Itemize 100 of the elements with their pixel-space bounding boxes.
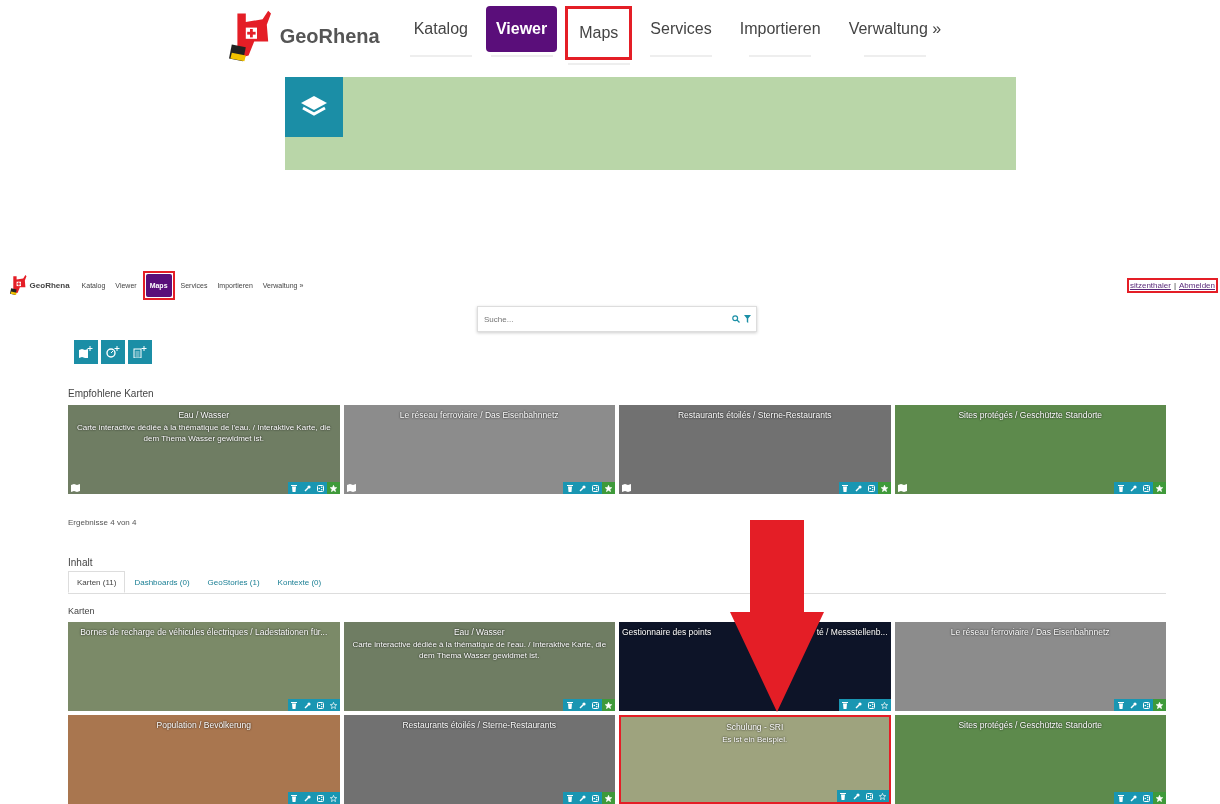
search-field[interactable]: Suche... — [477, 306, 757, 332]
wrench-icon — [579, 794, 586, 802]
content-tab[interactable]: GeoStories (1) — [198, 571, 269, 593]
share-button[interactable] — [589, 792, 602, 804]
document-plus-icon — [133, 346, 147, 358]
user-link[interactable]: sitzenthaler — [1129, 280, 1171, 290]
share-icon — [316, 701, 324, 709]
map-card[interactable]: Restaurants étoilés / Sterne-Restaurants — [343, 715, 615, 804]
logo-icon — [10, 274, 28, 296]
trash-icon — [842, 701, 848, 709]
map-card[interactable]: Bornes de recharge de véhicules électriques / Ladestationen für... — [68, 622, 340, 711]
map-card[interactable]: Sites protégés / Geschützte Standorte — [894, 715, 1166, 804]
map-plus-icon — [79, 346, 93, 358]
star-icon — [1156, 701, 1163, 709]
wrench-icon — [579, 484, 586, 492]
trash-icon — [1117, 484, 1124, 492]
star-icon — [880, 701, 888, 709]
card-title: Gestionnaire des points — [622, 627, 712, 637]
new-dashboard-button[interactable] — [101, 340, 125, 364]
edit-button[interactable] — [576, 792, 589, 804]
star-icon — [605, 701, 612, 709]
trash-icon — [566, 701, 573, 709]
map-icon — [346, 484, 356, 492]
share-icon — [316, 484, 324, 492]
card-description: Carte interactive dédiée à la thématique de l'eau. / Interaktive Karte, die dem Thema Wasser gewidmet ist. — [75, 423, 332, 445]
wrench-icon — [303, 701, 311, 709]
content-tab[interactable]: Kontexte (0) — [268, 571, 331, 593]
nav-link[interactable]: Viewer — [485, 6, 558, 52]
wrench-icon — [1130, 794, 1137, 802]
favorite-button[interactable] — [1153, 482, 1166, 494]
wrench-icon — [854, 701, 862, 709]
wrench-icon — [854, 484, 862, 492]
layers-button[interactable] — [285, 77, 343, 137]
card-title: té / Messstellenb... — [816, 627, 888, 637]
nav-link[interactable]: Importieren — [729, 6, 831, 52]
trash-icon — [840, 792, 846, 800]
share-icon — [1143, 794, 1150, 802]
card-title: Eau / Wasser — [178, 410, 230, 420]
share-icon — [316, 794, 324, 802]
favorite-button[interactable] — [602, 482, 615, 494]
wrench-icon — [1130, 484, 1137, 492]
map-icon — [897, 484, 907, 492]
nav-link[interactable]: Maps — [569, 10, 629, 56]
nav-link[interactable]: Services — [640, 6, 722, 52]
edit-button[interactable] — [1127, 792, 1140, 804]
section-heading: Inhalt — [68, 557, 94, 568]
logout-link[interactable]: Abmelden — [1178, 280, 1215, 290]
share-button[interactable] — [589, 699, 602, 711]
favorite-button[interactable] — [1153, 792, 1166, 804]
search-icon — [732, 315, 740, 323]
trash-icon — [566, 484, 573, 492]
card-title: Le réseau ferroviaire / Das Eisenbahnnetz — [950, 627, 1110, 637]
card-title: Schulung - SRI — [726, 722, 784, 732]
edit-button[interactable] — [1127, 699, 1140, 711]
card-title: Restaurants étoilés / Sterne-Restaurants — [677, 410, 832, 420]
content-tab[interactable]: Karten (11) — [68, 571, 126, 593]
wrench-icon — [579, 701, 586, 709]
map-icon — [622, 484, 631, 492]
share-button[interactable] — [1140, 482, 1153, 494]
trash-icon — [1117, 701, 1124, 709]
new-story-button[interactable] — [128, 340, 152, 364]
filter-icon — [744, 315, 751, 323]
wrench-icon — [303, 484, 311, 492]
section-heading: Karten — [68, 606, 96, 616]
content-tab[interactable]: Dashboards (0) — [125, 571, 199, 593]
map-card[interactable]: Sites protégés / Geschützte Standorte — [894, 405, 1166, 494]
map-card[interactable]: Eau / Wasser Carte interactive dédiée à la thématique de l'eau. / Interaktive Karte, die dem Thema Wasser gewidmet ist. — [343, 622, 615, 711]
favorite-button[interactable] — [1153, 699, 1166, 711]
star-icon — [880, 484, 888, 492]
trash-icon — [291, 484, 297, 492]
brand-name: GeoRhena — [29, 280, 70, 290]
result-count: Ergebnisse 4 von 4 — [68, 518, 138, 527]
star-icon — [329, 701, 337, 709]
share-icon — [1143, 484, 1150, 492]
delete-button[interactable] — [838, 699, 852, 711]
share-icon — [867, 484, 875, 492]
map-card[interactable]: Population / Bevölkerung — [68, 715, 340, 804]
card-description: Es ist ein Beispiel. — [721, 735, 789, 746]
map-card[interactable]: Restaurants étoilés / Sterne-Restaurants — [619, 405, 891, 494]
edit-button[interactable] — [576, 699, 589, 711]
edit-button[interactable] — [1127, 482, 1140, 494]
share-button[interactable] — [1140, 792, 1153, 804]
section-heading: Empfohlene Karten — [68, 388, 155, 399]
favorite-button[interactable] — [602, 792, 615, 804]
share-button[interactable] — [1140, 699, 1153, 711]
card-title: Eau / Wasser — [453, 627, 505, 637]
favorite-button[interactable] — [602, 699, 615, 711]
card-title: Sites protégés / Geschützte Standorte — [958, 720, 1103, 730]
share-button[interactable] — [589, 482, 602, 494]
wrench-icon — [852, 792, 860, 800]
star-icon — [1156, 794, 1163, 802]
nav-link[interactable]: Katalog — [403, 6, 478, 52]
new-map-button[interactable] — [74, 340, 98, 364]
edit-button[interactable] — [576, 482, 589, 494]
card-title: Restaurants étoilés / Sterne-Restaurants — [402, 720, 557, 730]
star-icon — [329, 794, 337, 802]
nav-link[interactable]: Verwaltung » — [838, 6, 952, 52]
map-card[interactable]: Eau / Wasser Carte interactive dédiée à la thématique de l'eau. / Interaktive Karte, die dem Thema Wasser gewidmet ist. — [68, 405, 340, 494]
star-icon — [1156, 484, 1163, 492]
wrench-icon — [303, 794, 311, 802]
